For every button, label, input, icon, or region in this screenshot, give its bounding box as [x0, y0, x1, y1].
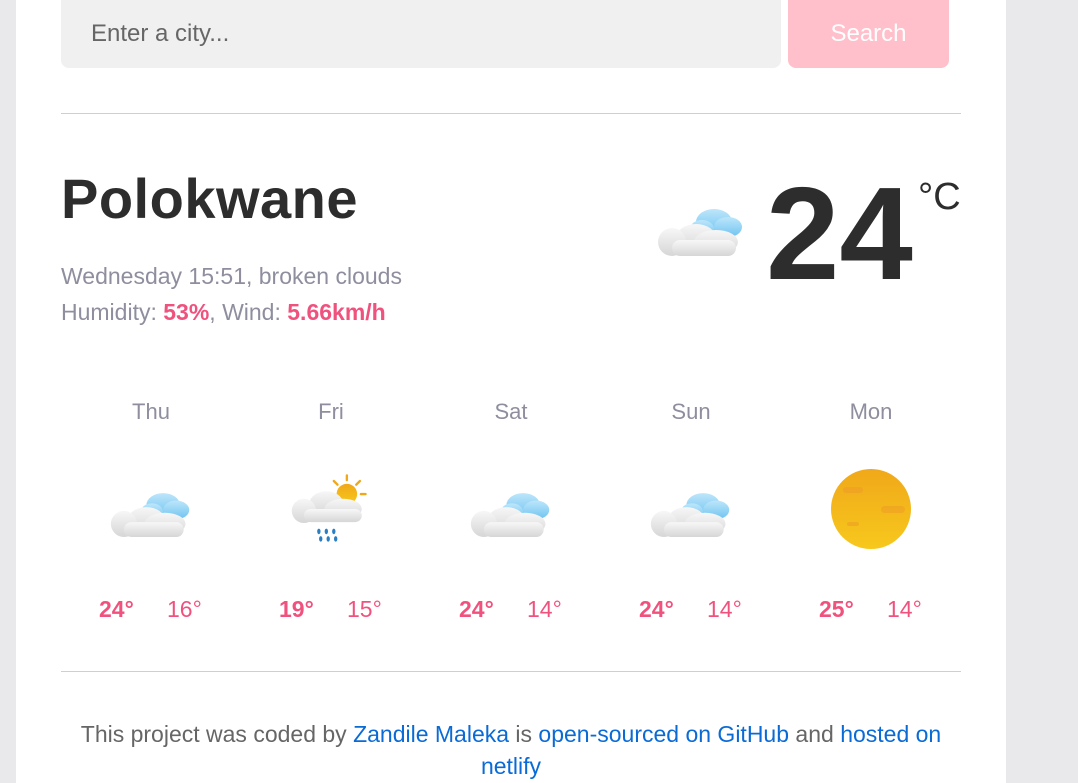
footer-text: and: [789, 721, 841, 747]
forecast-high: 24°: [99, 596, 134, 622]
divider: [61, 671, 961, 672]
forecast-high: 24°: [639, 596, 674, 622]
temperature-unit: °C: [918, 176, 961, 218]
forecast-high: 19°: [279, 596, 314, 622]
footer: This project was coded by Zandile Maleka…: [61, 718, 961, 782]
current-details: Wednesday 15:51, broken clouds Humidity:…: [61, 258, 402, 330]
forecast-day-name: Sun: [671, 399, 711, 424]
forecast-day-name: Thu: [132, 399, 170, 424]
forecast-high: 25°: [819, 596, 854, 622]
broken-clouds-icon: [649, 469, 733, 549]
city-search-input[interactable]: [61, 0, 781, 68]
forecast: Thu 24° 16° Fri 19° 15° Sat 24° 14° Sun …: [61, 395, 961, 635]
github-link[interactable]: open-sourced on GitHub: [538, 721, 789, 747]
wind-value: 5.66km/h: [287, 299, 386, 325]
rain-sun-icon: [291, 474, 367, 542]
divider: [61, 113, 961, 114]
forecast-day-name: Sat: [494, 399, 528, 424]
current-temperature: 24: [766, 160, 913, 307]
forecast-low: 16°: [167, 596, 202, 622]
wind-label: , Wind:: [209, 299, 288, 325]
city-name: Polokwane: [61, 167, 359, 230]
forecast-high: 24°: [459, 596, 494, 622]
datetime-description: Wednesday 15:51, broken clouds: [61, 263, 402, 289]
broken-clouds-icon: [656, 196, 746, 256]
broken-clouds-icon: [109, 469, 193, 549]
forecast-low: 14°: [527, 596, 562, 622]
broken-clouds-icon: [469, 469, 553, 549]
forecast-low: 14°: [707, 596, 742, 622]
forecast-day: Sun 24° 14°: [601, 395, 781, 635]
search-button[interactable]: Search: [788, 0, 949, 68]
forecast-day-name: Fri: [318, 399, 344, 424]
forecast-day: Thu 24° 16°: [61, 395, 241, 635]
footer-text: This project was coded by: [80, 721, 354, 747]
forecast-day-name: Mon: [849, 399, 893, 424]
sun-icon: [831, 469, 911, 549]
humidity-value: 53%: [163, 299, 210, 325]
search-form: Search: [61, 0, 949, 68]
humidity-label: Humidity:: [61, 299, 164, 325]
forecast-low: 14°: [887, 596, 922, 622]
forecast-day: Fri 19° 15°: [241, 395, 421, 635]
forecast-day: Sat 24° 14°: [421, 395, 601, 635]
humidity-wind-line: Humidity: 53%, Wind: 5.66km/h: [61, 294, 402, 330]
forecast-low: 15°: [347, 596, 382, 622]
footer-text: is: [509, 721, 539, 747]
weather-card: Search Polokwane Wednesday 15:51, broken…: [16, 0, 1006, 783]
forecast-day: Mon 25° 14°: [781, 395, 961, 635]
author-link[interactable]: Zandile Maleka: [353, 721, 509, 747]
